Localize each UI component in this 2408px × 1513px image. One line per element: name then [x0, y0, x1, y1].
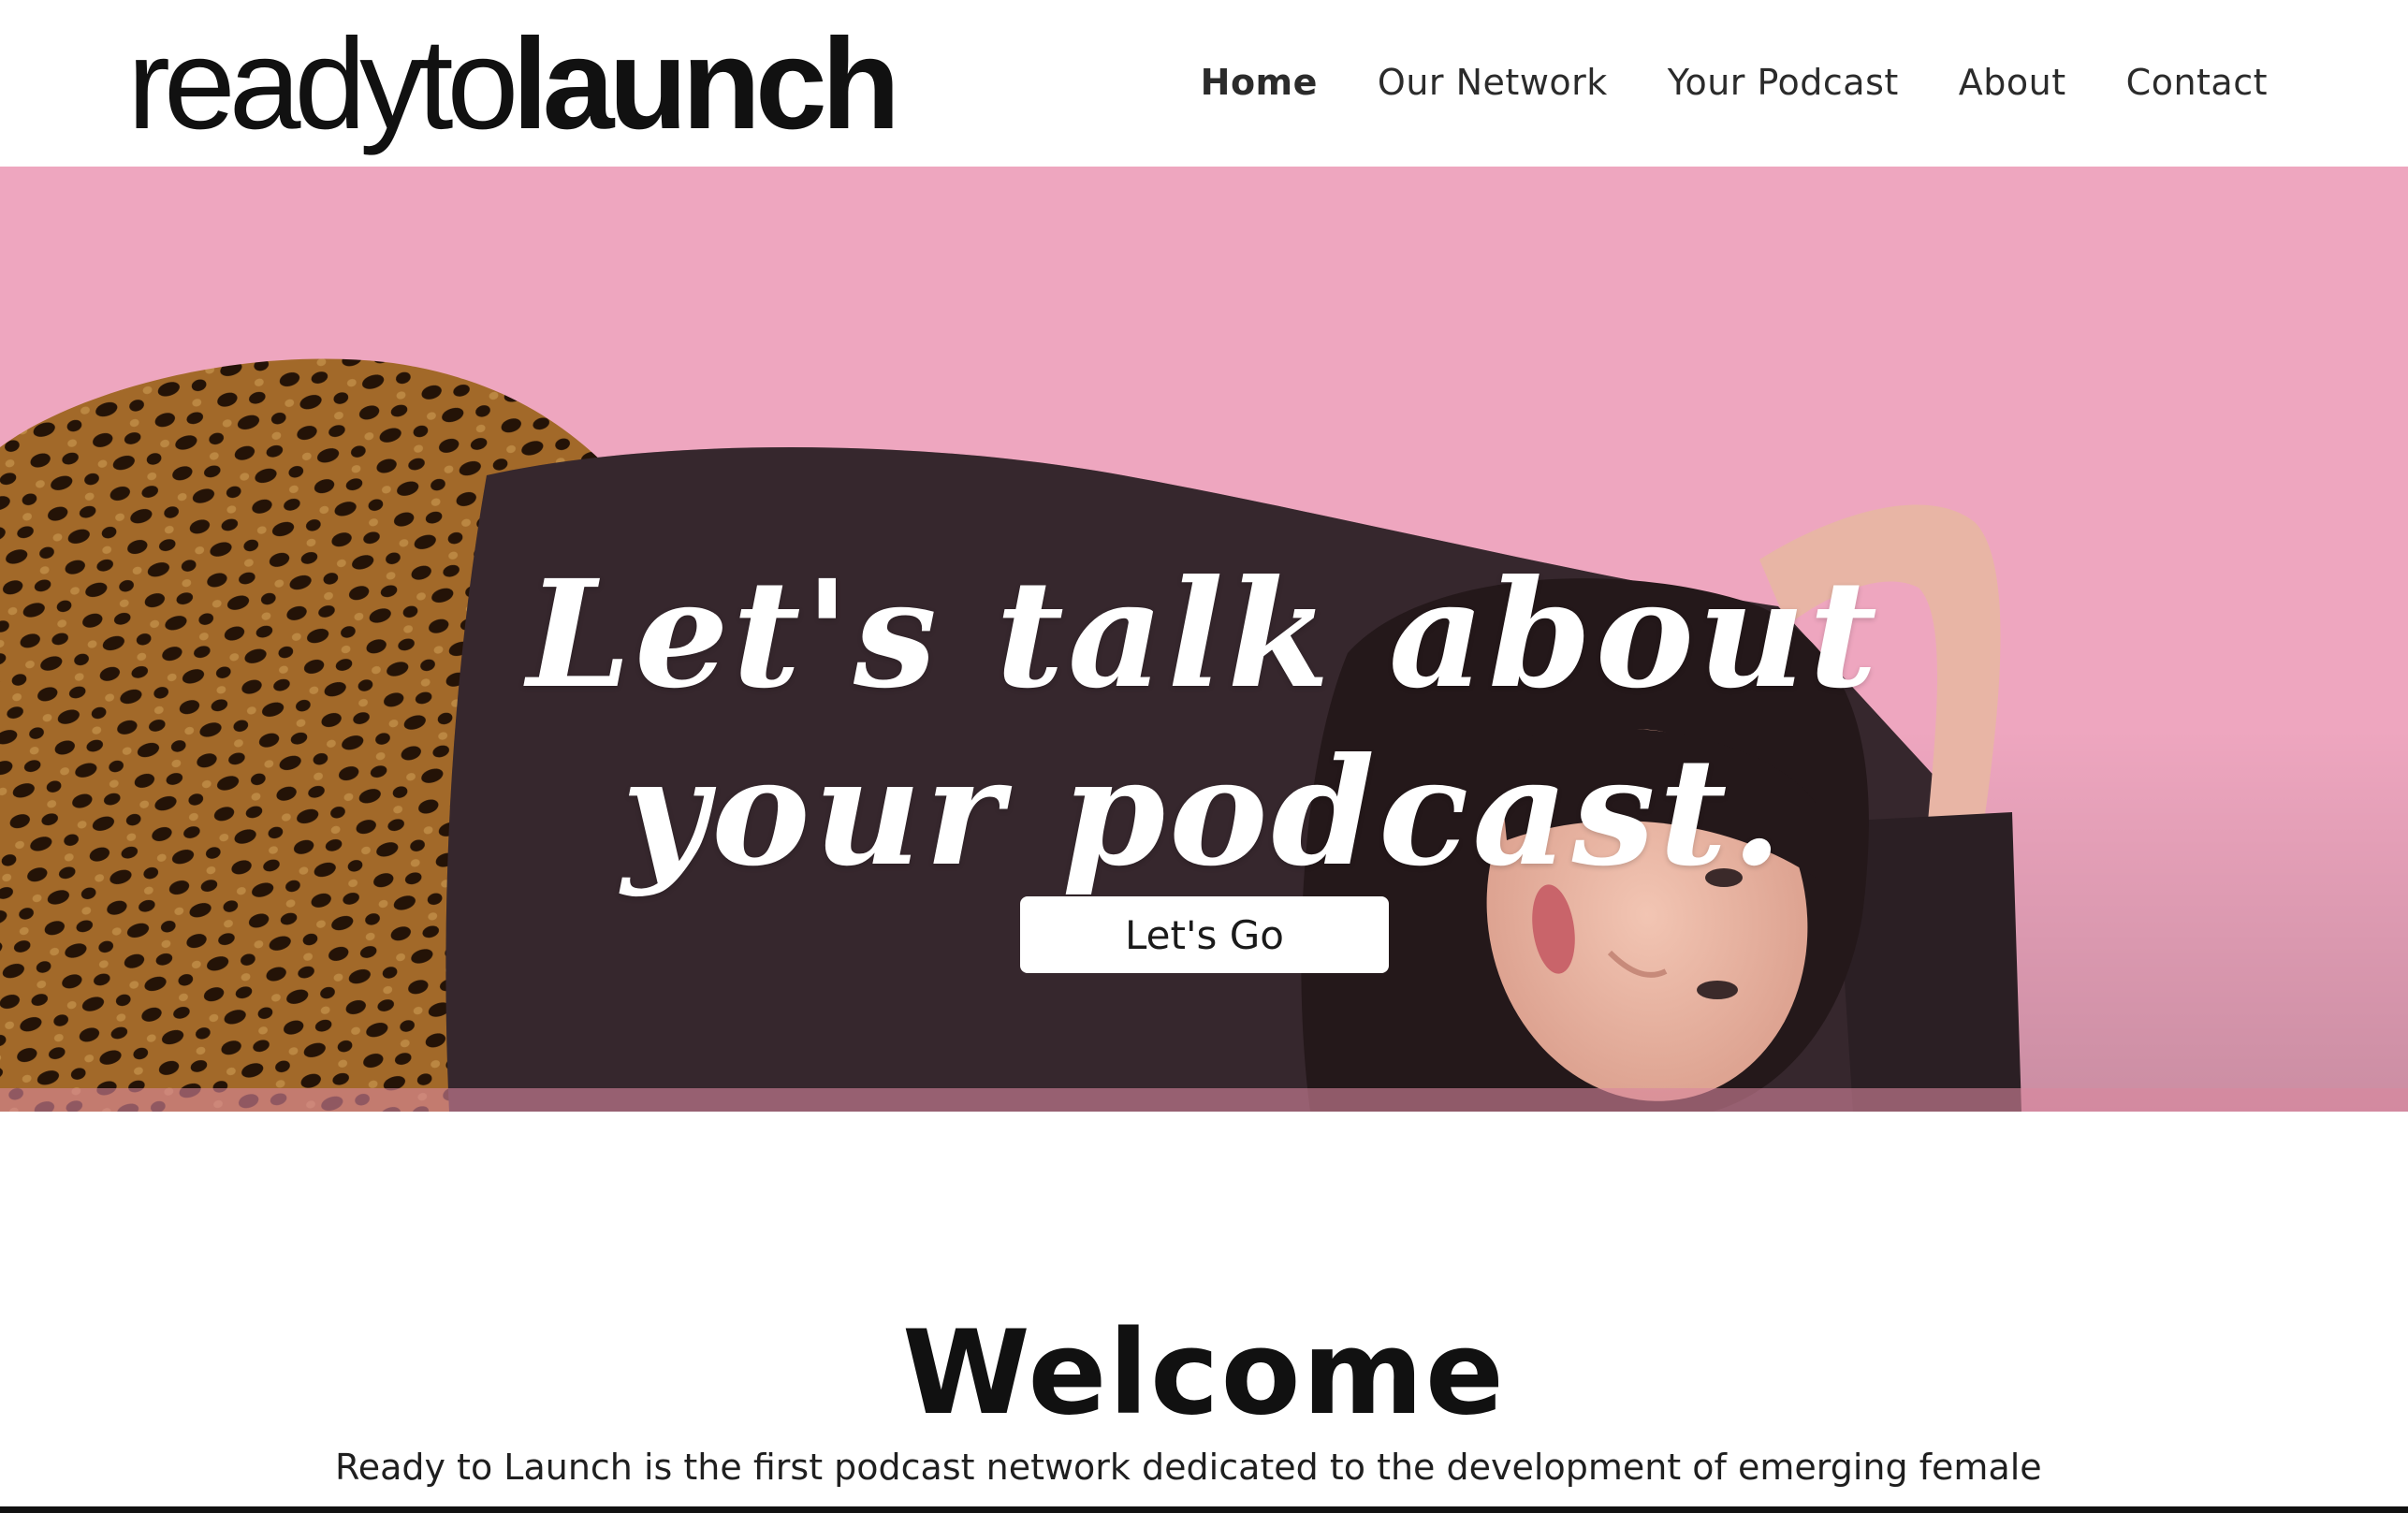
nav-item-your-podcast[interactable]: Your Podcast: [1668, 62, 1899, 103]
nav-item-home[interactable]: Home: [1201, 62, 1318, 103]
hero-headline-line-1: Let's talk about: [527, 547, 1881, 721]
lets-go-button[interactable]: Let's Go: [1020, 896, 1389, 973]
logo-bold-text: launch: [512, 12, 900, 156]
hero-banner: Let's talk about your podcast. Let's Go: [0, 167, 2408, 1112]
nav-item-contact[interactable]: Contact: [2126, 62, 2268, 103]
site-logo[interactable]: readytolaunch: [127, 19, 900, 150]
welcome-heading: Welcome: [902, 1305, 1506, 1441]
viewport-bottom-edge: [0, 1506, 2408, 1513]
nav-item-about[interactable]: About: [1959, 62, 2066, 103]
site-header: readytolaunch Home Our Network Your Podc…: [0, 0, 2408, 167]
main-nav: Home Our Network Your Podcast About Cont…: [1141, 54, 2268, 110]
hero-headline: Let's talk about your podcast.: [0, 546, 2408, 902]
welcome-body-text: Ready to Launch is the first podcast net…: [335, 1447, 2042, 1488]
page: readytolaunch Home Our Network Your Podc…: [0, 0, 2408, 1513]
logo-light-text: readyto: [127, 12, 518, 156]
nav-item-our-network[interactable]: Our Network: [1378, 62, 1608, 103]
hero-headline-line-2: your podcast.: [621, 725, 1787, 899]
